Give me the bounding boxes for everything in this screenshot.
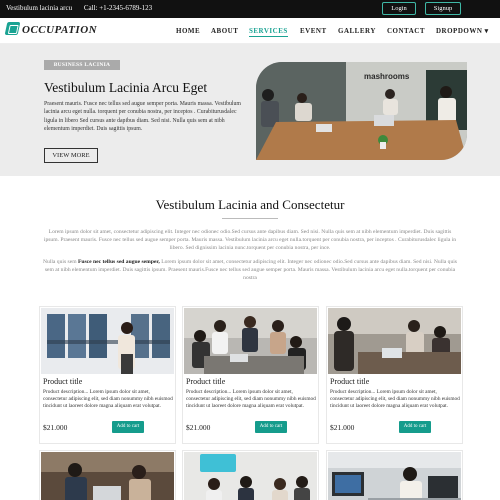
nav-services[interactable]: SERVICES (249, 27, 288, 37)
product-description: Product description... Lorem ipsum dolor… (330, 389, 460, 410)
section-paragraph-2-bold: Fusce nec tellus sed augue semper, (77, 259, 160, 265)
product-image-meeting[interactable] (184, 308, 317, 374)
product-card[interactable]: Product title Product description... Lor… (39, 306, 176, 444)
hero-text: Praesent mauris. Fusce nec tellus sed au… (44, 101, 241, 133)
nav-contact[interactable]: CONTACT (387, 27, 425, 35)
add-to-cart-button[interactable]: Add to cart (399, 421, 431, 433)
section-paragraph-2-lead: Nulla quis sem (42, 259, 77, 265)
product-card[interactable]: Product title Product description... Lor… (182, 306, 319, 444)
top-bar: Vestibulum lacinia arcu Call: +1-2345-67… (0, 0, 500, 18)
signup-button[interactable]: Signup (425, 2, 461, 15)
section-paragraph-1: Lorem ipsum dolor sit amet, consectetur … (43, 229, 457, 252)
nav-dropdown[interactable]: DROPDOWN ▾ (436, 27, 489, 35)
site-name: Vestibulum lacinia arcu (6, 4, 73, 12)
product-price: $21.000 (330, 423, 355, 432)
nav-about[interactable]: ABOUT (211, 27, 238, 35)
hero-office-image: mashrooms (256, 62, 467, 160)
login-button[interactable]: Login (382, 2, 416, 15)
product-price: $21.000 (186, 423, 211, 432)
product-title: Product title (43, 377, 83, 386)
product-card[interactable]: Product title Product description... Lor… (326, 306, 463, 444)
nav-event[interactable]: EVENT (300, 27, 327, 35)
product-title: Product title (186, 377, 226, 386)
product-image-city[interactable] (41, 308, 174, 374)
product-image-team[interactable] (184, 452, 317, 500)
main-nav: OCCUPATION HOME ABOUT SERVICES EVENT GAL… (0, 18, 500, 44)
nav-links: HOME ABOUT SERVICES EVENT GALLERY CONTAC… (0, 27, 500, 39)
product-card[interactable] (39, 450, 176, 500)
nav-gallery[interactable]: GALLERY (338, 27, 376, 35)
section-divider (222, 218, 278, 219)
top-bar-info: Vestibulum lacinia arcu Call: +1-2345-67… (6, 4, 152, 12)
hero-image-sign: mashrooms (364, 72, 410, 81)
product-price: $21.000 (43, 423, 68, 432)
product-description: Product description... Lorem ipsum dolor… (186, 389, 316, 410)
hero-section: BUSINESS LACINIA Vestibulum Lacinia Arcu… (0, 44, 500, 176)
add-to-cart-button[interactable]: Add to cart (255, 421, 287, 433)
product-card[interactable] (182, 450, 319, 500)
add-to-cart-button[interactable]: Add to cart (112, 421, 144, 433)
product-card[interactable] (326, 450, 463, 500)
product-description: Product description... Lorem ipsum dolor… (43, 389, 173, 410)
view-more-button[interactable]: VIEW MORE (44, 148, 98, 163)
product-image-laptop-meeting[interactable] (41, 452, 174, 500)
section-title: Vestibulum Lacinia and Consectetur (155, 197, 345, 212)
hero-badge: BUSINESS LACINIA (44, 60, 120, 70)
phone-number: Call: +1-2345-6789-123 (83, 4, 153, 12)
hero-title: Vestibulum Lacinia Arcu Eget (44, 80, 208, 95)
product-image-discussion[interactable] (328, 308, 461, 374)
nav-home[interactable]: HOME (176, 27, 200, 35)
product-image-computer-work[interactable] (328, 452, 461, 500)
section-paragraph-2: Nulla quis sem Fusce nec tellus sed augu… (42, 258, 458, 283)
product-title: Product title (330, 377, 370, 386)
